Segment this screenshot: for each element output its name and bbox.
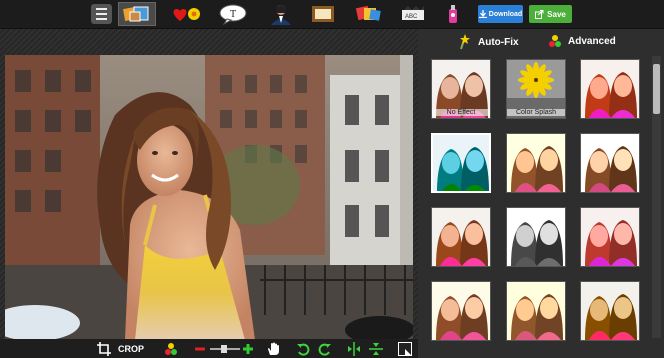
- effect-11[interactable]: [506, 281, 566, 341]
- crop-label: CROP: [118, 344, 145, 354]
- effect-preview-image: [432, 282, 490, 340]
- crop-button[interactable]: CROP: [97, 341, 144, 357]
- magic-wand-icon: [460, 34, 470, 50]
- save-button[interactable]: Save: [529, 5, 572, 23]
- effect-preview-image: [507, 134, 565, 192]
- flip-vertical-button[interactable]: [369, 341, 383, 357]
- rotate-left-icon: [297, 343, 310, 356]
- compare-button[interactable]: [398, 341, 412, 357]
- effects-panel: Auto-Fix Advanced No Effect Color Splash: [418, 29, 664, 358]
- canvas-area: [0, 29, 418, 340]
- effect-no-effect[interactable]: No Effect: [431, 59, 491, 119]
- bottom-toolbar: CROP: [0, 339, 418, 358]
- speech-bubble-icon[interactable]: T: [214, 2, 252, 26]
- color-circles-icon: [549, 35, 561, 47]
- effect-preview-image: [581, 60, 639, 118]
- download-icon: [478, 10, 487, 18]
- frame-icon[interactable]: [304, 2, 342, 26]
- person-cutout-icon[interactable]: [262, 2, 300, 26]
- rotate-left-button[interactable]: [296, 341, 310, 357]
- tab-autofix[interactable]: Auto-Fix: [458, 34, 519, 50]
- pan-button[interactable]: [266, 341, 280, 357]
- top-toolbar: T ABC Download Save: [0, 0, 664, 29]
- zoom-slider[interactable]: [210, 341, 240, 357]
- effect-preview-image: [507, 208, 565, 266]
- effect-preview-image: [432, 208, 490, 266]
- effect-label: No Effect: [432, 109, 490, 116]
- download-label: Download: [488, 10, 523, 18]
- zoom-out-button[interactable]: [194, 341, 206, 357]
- hearts-stickers-icon[interactable]: [168, 2, 206, 26]
- effect-7[interactable]: [431, 207, 491, 267]
- collage-icon[interactable]: [118, 2, 156, 26]
- flip-vertical-icon: [369, 343, 383, 355]
- effect-color-splash[interactable]: Color Splash: [506, 59, 566, 119]
- effect-10[interactable]: [431, 281, 491, 341]
- compare-icon: [398, 342, 412, 356]
- plus-icon: [243, 344, 253, 354]
- effect-preview-image: [581, 208, 639, 266]
- edited-photo[interactable]: [5, 55, 413, 340]
- overlays-icon[interactable]: [350, 2, 388, 26]
- svg-text:T: T: [230, 9, 236, 20]
- effect-3[interactable]: [580, 59, 640, 119]
- slider-track: [210, 345, 240, 353]
- panel-tabs: Auto-Fix Advanced: [418, 29, 664, 55]
- effect-9[interactable]: [580, 207, 640, 267]
- scrollbar-thumb[interactable]: [653, 64, 660, 114]
- advanced-label: Advanced: [568, 35, 616, 47]
- effect-5[interactable]: [506, 133, 566, 193]
- effect-preview-image: [581, 282, 639, 340]
- effect-12[interactable]: [580, 281, 640, 341]
- effect-preview-image: [507, 282, 565, 340]
- minus-icon: [195, 347, 205, 351]
- autofix-label: Auto-Fix: [478, 36, 519, 48]
- crop-icon: [97, 342, 111, 356]
- save-icon: [535, 9, 544, 19]
- effect-8[interactable]: [506, 207, 566, 267]
- rotate-right-button[interactable]: [318, 341, 332, 357]
- menu-icon[interactable]: [91, 4, 112, 24]
- download-button[interactable]: Download: [478, 5, 523, 23]
- rotate-right-icon: [318, 343, 331, 356]
- save-label: Save: [547, 9, 566, 19]
- color-circles-icon: [165, 343, 177, 355]
- paint-icon[interactable]: [434, 2, 472, 26]
- tab-advanced[interactable]: Advanced: [548, 34, 616, 48]
- text-art-icon[interactable]: ABC: [394, 2, 432, 26]
- effect-6[interactable]: [580, 133, 640, 193]
- effects-scrollbar[interactable]: [652, 56, 661, 338]
- effect-preview-image: [433, 135, 489, 191]
- zoom-in-button[interactable]: [242, 341, 254, 357]
- color-adjust-button[interactable]: [164, 341, 178, 357]
- flip-horizontal-button[interactable]: [347, 341, 361, 357]
- effect-preview-image: [581, 134, 639, 192]
- hand-icon: [268, 342, 279, 355]
- effect-label: Color Splash: [507, 109, 565, 116]
- effect-4[interactable]: [431, 133, 491, 193]
- flip-horizontal-icon: [348, 342, 360, 356]
- svg-text:ABC: ABC: [405, 14, 418, 20]
